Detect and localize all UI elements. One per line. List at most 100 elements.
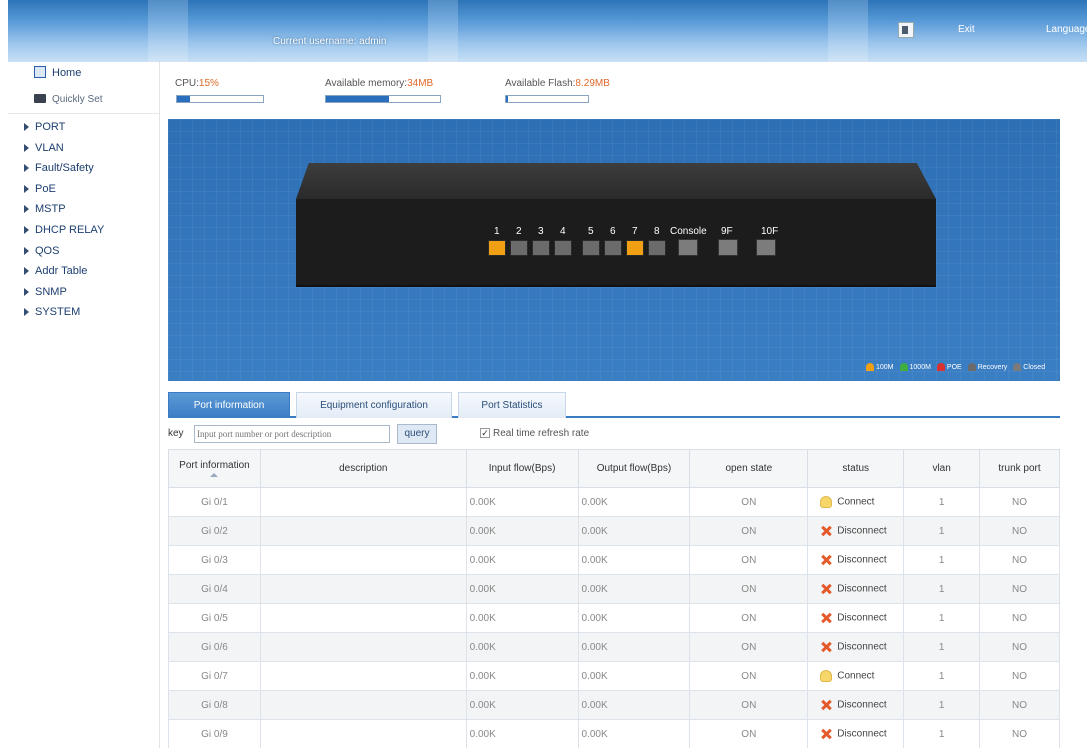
description-cell (259, 661, 467, 691)
banner-stripe (428, 0, 458, 62)
col-open-state: open state (689, 449, 809, 488)
sidebar-item[interactable]: SYSTEM (24, 303, 80, 321)
sidebar-item[interactable]: Addr Table (24, 262, 87, 280)
port-number-label: 1 (494, 226, 500, 237)
table-row[interactable]: Gi 0/2 0.00K 0.00K ON Disconnect 1 NO (168, 516, 1060, 546)
ethernet-port[interactable] (582, 240, 600, 256)
status-text: Disconnect (837, 612, 887, 624)
table-row[interactable]: Gi 0/1 0.00K 0.00K ON Connect 1 NO (168, 487, 1060, 517)
sidebar-item[interactable]: PoE (24, 180, 56, 198)
port-cell: Gi 0/5 (168, 603, 261, 633)
tab-port-statistics[interactable]: Port Statistics (458, 392, 566, 418)
status-cell: Disconnect (807, 545, 905, 575)
open-state-cell: ON (689, 603, 809, 633)
table-row[interactable]: Gi 0/8 0.00K 0.00K ON Disconnect 1 NO (168, 690, 1060, 720)
trunk-port-cell: NO (979, 661, 1060, 691)
description-cell (259, 487, 467, 517)
flash-usage-bar (505, 95, 589, 103)
expand-arrow-icon (24, 184, 29, 193)
trunk-port-cell: NO (979, 603, 1060, 633)
sidebar-item-quick-set[interactable]: Quickly Set (52, 94, 103, 105)
query-button[interactable]: query (397, 424, 437, 444)
open-state-cell: ON (689, 690, 809, 720)
table-row[interactable]: Gi 0/6 0.00K 0.00K ON Disconnect 1 NO (168, 632, 1060, 662)
input-flow-cell: 0.00K (465, 661, 579, 691)
table-row[interactable]: Gi 0/5 0.00K 0.00K ON Disconnect 1 NO (168, 603, 1060, 633)
sidebar-item[interactable]: MSTP (24, 200, 66, 218)
col-trunk-port: trunk port (979, 449, 1060, 488)
status-text: Disconnect (837, 699, 887, 711)
language-link[interactable]: Language (1046, 24, 1087, 35)
exit-link[interactable]: Exit (958, 24, 975, 35)
ethernet-port[interactable] (604, 240, 622, 256)
status-text: Disconnect (837, 641, 887, 653)
port-cell: Gi 0/9 (168, 719, 261, 748)
input-flow-cell: 0.00K (465, 545, 579, 575)
col-port-information[interactable]: Port information (168, 449, 261, 488)
open-state-cell: ON (689, 487, 809, 517)
refresh-label: Real time refresh rate (493, 428, 590, 439)
ethernet-port[interactable] (532, 240, 550, 256)
sidebar-item[interactable]: Fault/Safety (24, 159, 94, 177)
open-state-cell: ON (689, 574, 809, 604)
description-cell (259, 545, 467, 575)
status-cell: Disconnect (807, 632, 905, 662)
tab-bar: Port information Equipment configuration… (168, 392, 1060, 418)
status-text: Connect (837, 670, 875, 682)
output-flow-cell: 0.00K (577, 719, 691, 748)
vlan-cell: 1 (903, 690, 981, 720)
sidebar-item-label: VLAN (35, 141, 64, 154)
status-text: Disconnect (837, 583, 887, 595)
table-row[interactable]: Gi 0/3 0.00K 0.00K ON Disconnect 1 NO (168, 545, 1060, 575)
sidebar-item[interactable]: VLAN (24, 139, 64, 157)
disconnect-x-icon (820, 554, 832, 566)
home-screen-icon[interactable] (898, 22, 914, 38)
description-cell (259, 574, 467, 604)
sidebar-item[interactable]: SNMP (24, 283, 67, 301)
sort-arrow-icon[interactable] (210, 473, 219, 477)
output-flow-cell: 0.00K (577, 574, 691, 604)
sfp9-port[interactable] (718, 239, 738, 256)
ethernet-port[interactable] (648, 240, 666, 256)
port-status-icon (899, 363, 908, 371)
port-table: Port information description Input flow(… (168, 449, 1060, 748)
sidebar-top: Home Quickly Set (8, 62, 160, 114)
expand-arrow-icon (24, 143, 29, 152)
status-cell: Connect (807, 661, 905, 691)
port-search-input[interactable] (194, 425, 390, 443)
sidebar-item[interactable]: PORT (24, 118, 65, 136)
port-cell: Gi 0/2 (168, 516, 261, 546)
flash-label: Available Flash: (505, 78, 576, 89)
table-row[interactable]: Gi 0/4 0.00K 0.00K ON Disconnect 1 NO (168, 574, 1060, 604)
port-number-label: 5 (588, 226, 594, 237)
refresh-checkbox[interactable]: ✓ (480, 428, 490, 438)
sidebar-item[interactable]: DHCP RELAY (24, 221, 104, 239)
key-label: key (168, 428, 184, 439)
ethernet-port[interactable] (626, 240, 644, 256)
description-cell (259, 516, 467, 546)
cpu-value: 15% (198, 78, 219, 89)
table-row[interactable]: Gi 0/9 0.00K 0.00K ON Disconnect 1 NO (168, 719, 1060, 748)
status-cell: Disconnect (807, 516, 905, 546)
ethernet-port[interactable] (554, 240, 572, 256)
sidebar-item-home[interactable]: Home (52, 67, 81, 79)
input-flow-cell: 0.00K (465, 516, 579, 546)
sidebar-item[interactable]: QOS (24, 242, 59, 260)
vlan-cell: 1 (903, 603, 981, 633)
legend-item: 100M (866, 363, 894, 371)
sfp10-port[interactable] (756, 239, 776, 256)
ethernet-port[interactable] (510, 240, 528, 256)
port-cell: Gi 0/8 (168, 690, 261, 720)
tab-equipment-configuration[interactable]: Equipment configuration (296, 392, 452, 418)
cpu-usage-bar (176, 95, 264, 103)
table-row[interactable]: Gi 0/7 0.00K 0.00K ON Connect 1 NO (168, 661, 1060, 691)
port-cell: Gi 0/1 (168, 487, 261, 517)
table-body: Gi 0/1 0.00K 0.00K ON Connect 1 NO Gi 0/2 0.00K 0… (168, 487, 1060, 748)
open-state-cell: ON (689, 545, 809, 575)
ethernet-port[interactable] (488, 240, 506, 256)
tab-port-information[interactable]: Port information (168, 392, 290, 418)
vlan-cell: 1 (903, 487, 981, 517)
top-banner: Current username: admin Exit Language (8, 0, 1087, 62)
port-cell: Gi 0/6 (168, 632, 261, 662)
console-port[interactable] (678, 239, 698, 256)
